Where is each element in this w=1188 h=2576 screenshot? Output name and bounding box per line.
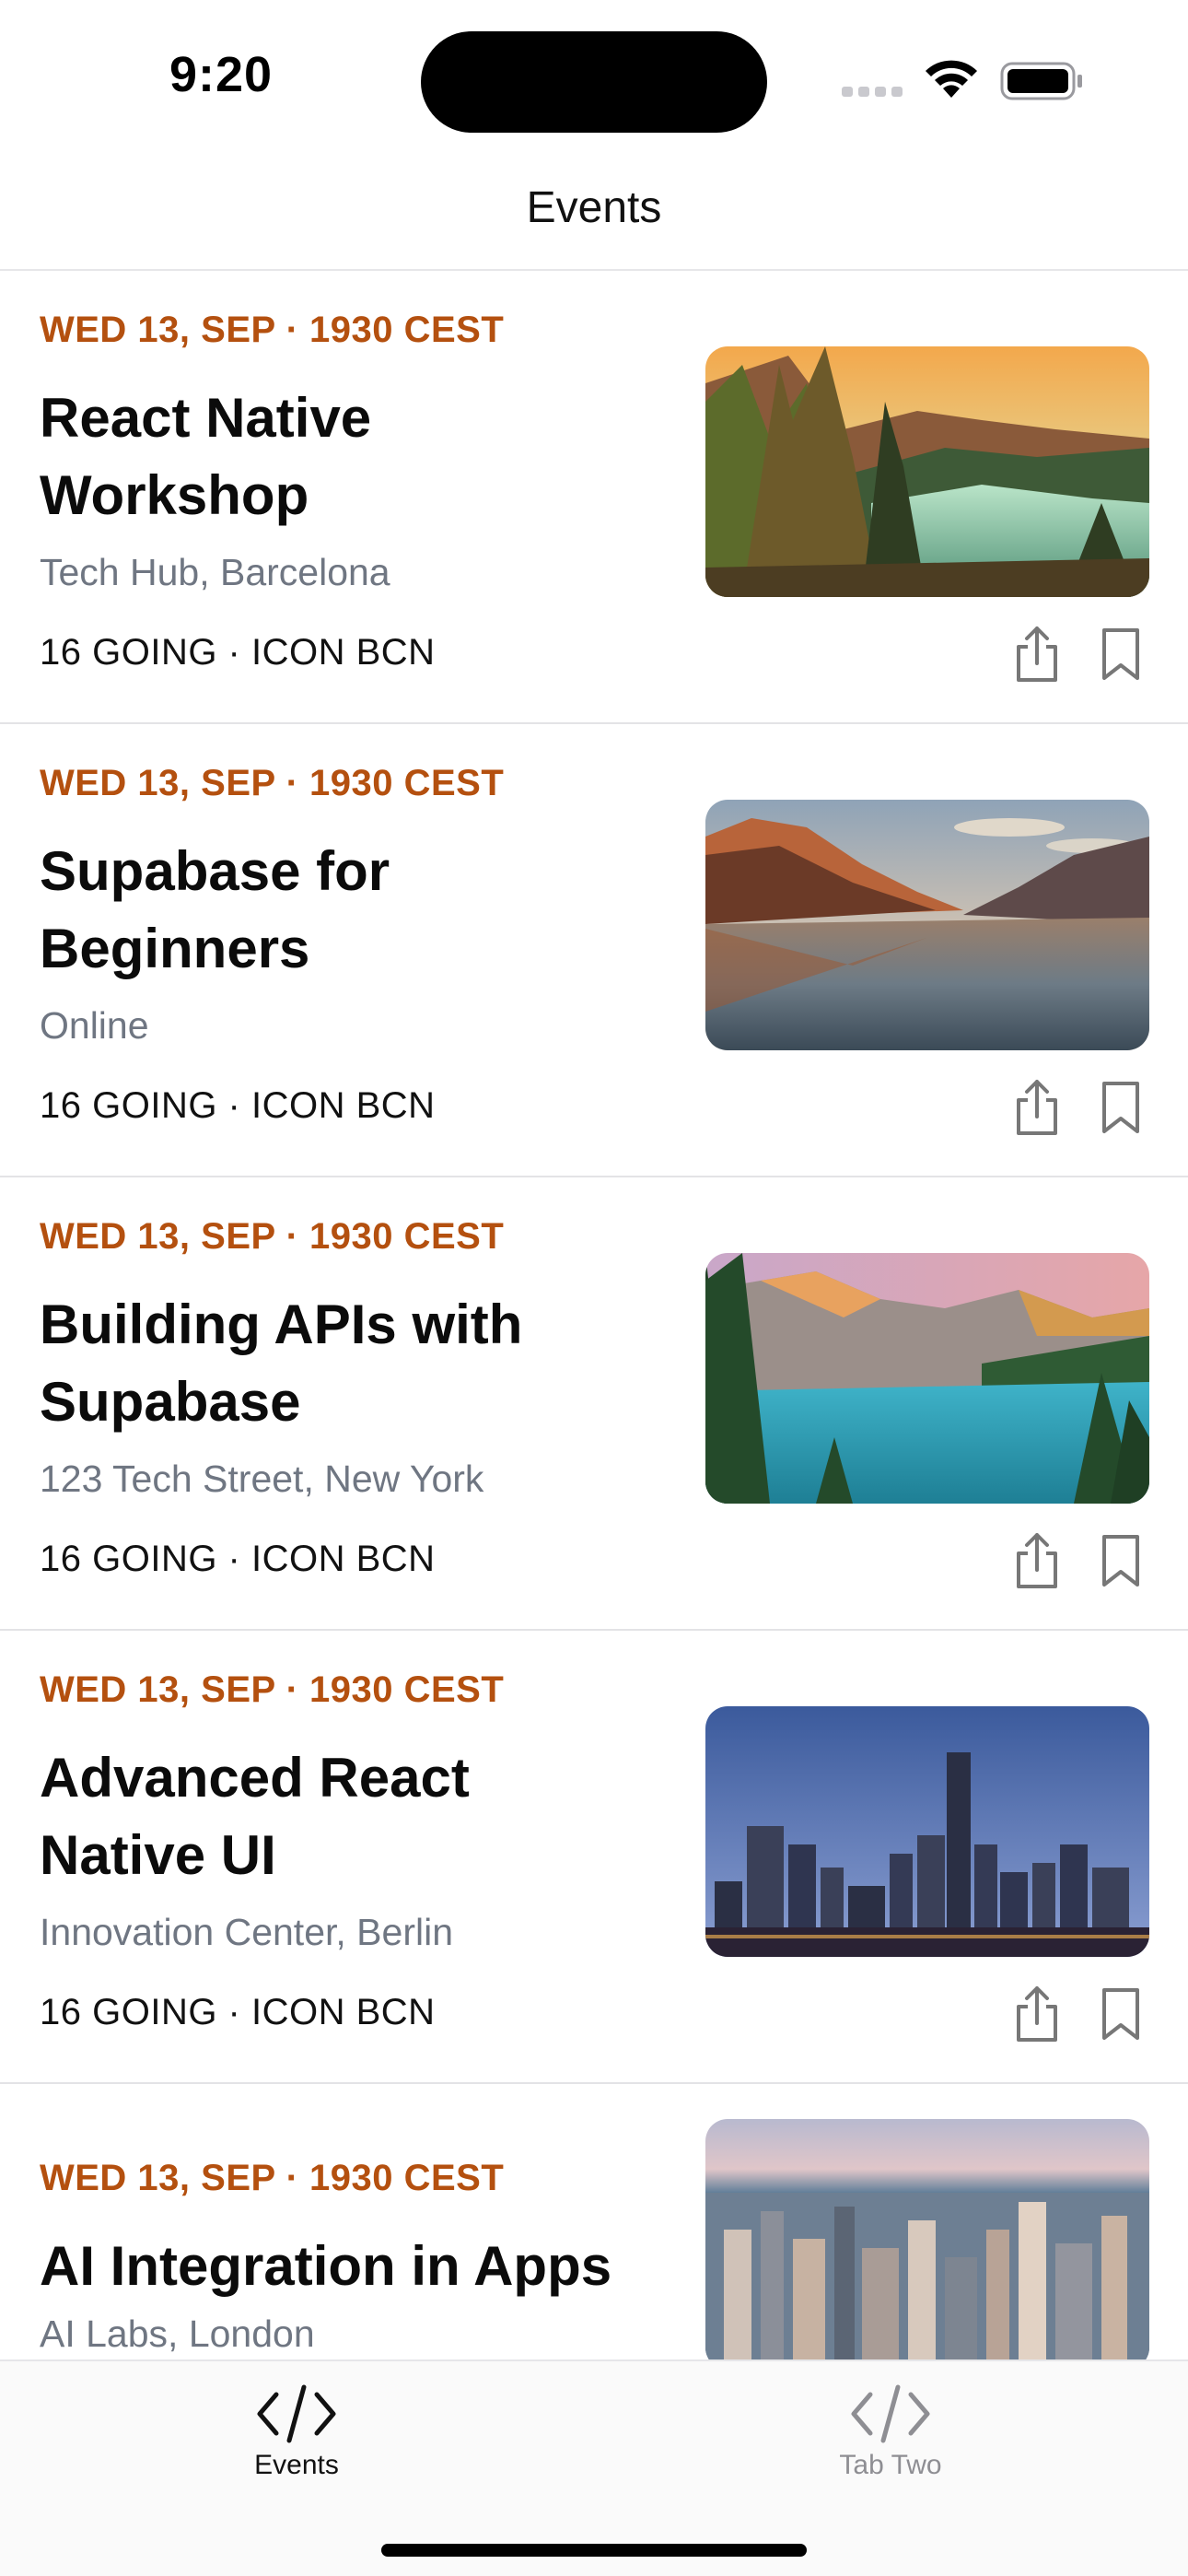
bookmark-icon [1102, 1082, 1139, 1133]
bookmark-icon [1102, 628, 1139, 680]
event-image-turquoise-lake[interactable] [705, 1253, 1149, 1504]
bookmark-button[interactable] [1097, 626, 1145, 682]
event-card[interactable]: WED 13, SEP · 1930 CEST AI Integration i… [0, 2084, 1188, 2359]
tab-two[interactable]: Tab Two [752, 2383, 1029, 2503]
tab-events[interactable]: Events [158, 2383, 435, 2503]
code-icon [257, 2384, 336, 2443]
event-location: Innovation Center, Berlin [40, 1911, 453, 1953]
event-location: Tech Hub, Barcelona [40, 551, 390, 593]
event-title: Building APIs with Supabase [40, 1294, 523, 1433]
event-attendance: 16 GOING · ICON BCN [40, 1539, 436, 1579]
event-card[interactable]: WED 13, SEP · 1930 CEST Supabase for Beg… [0, 724, 1188, 1177]
share-icon [1017, 1533, 1057, 1588]
event-date: WED 13, SEP · 1930 CEST [40, 310, 505, 350]
event-title: Supabase for Beginners [40, 840, 390, 979]
event-attendance: 16 GOING · ICON BCN [40, 632, 436, 673]
bookmark-button[interactable] [1097, 1986, 1145, 2042]
home-indicator[interactable] [381, 2544, 807, 2557]
code-icon [851, 2384, 930, 2443]
event-image-mountain-lake[interactable] [705, 800, 1149, 1050]
share-button[interactable] [1011, 1531, 1063, 1590]
tab-label: Events [254, 2450, 339, 2480]
event-date: WED 13, SEP · 1930 CEST [40, 1216, 505, 1257]
share-button[interactable] [1011, 1078, 1063, 1137]
status-bar: 9:20 [0, 0, 1188, 147]
dynamic-island [421, 31, 767, 133]
bookmark-button[interactable] [1097, 1533, 1145, 1588]
event-image-aerial-city[interactable] [705, 2119, 1149, 2359]
event-title: React Native Workshop [40, 387, 372, 526]
event-image-city-skyline[interactable] [705, 1706, 1149, 1957]
bookmark-button[interactable] [1097, 1080, 1145, 1135]
event-attendance: 16 GOING · ICON BCN [40, 1085, 436, 1126]
navigation-header: Events [0, 147, 1188, 271]
event-date: WED 13, SEP · 1930 CEST [40, 2158, 505, 2198]
share-icon [1017, 1080, 1057, 1135]
event-location: AI Labs, London [40, 2313, 315, 2355]
event-date: WED 13, SEP · 1930 CEST [40, 1669, 505, 1710]
event-attendance: 16 GOING · ICON BCN [40, 1992, 436, 2032]
event-title: AI Integration in Apps [40, 2235, 612, 2297]
battery-icon [1000, 62, 1082, 100]
event-image-forest-lake[interactable] [705, 346, 1149, 597]
bookmark-icon [1102, 1535, 1139, 1587]
event-title: Advanced React Native UI [40, 1747, 470, 1886]
event-list[interactable]: WED 13, SEP · 1930 CEST React Native Wor… [0, 271, 1188, 2359]
bookmark-icon [1102, 1988, 1139, 2040]
page-title: Events [526, 183, 662, 232]
share-icon [1017, 626, 1057, 682]
share-button[interactable] [1011, 625, 1063, 684]
event-location: 123 Tech Street, New York [40, 1458, 484, 1500]
share-icon [1017, 1986, 1057, 2042]
event-date: WED 13, SEP · 1930 CEST [40, 763, 505, 803]
tab-label: Tab Two [839, 2450, 942, 2480]
tab-bar: Events Tab Two [0, 2359, 1188, 2576]
event-card[interactable]: WED 13, SEP · 1930 CEST React Native Wor… [0, 271, 1188, 724]
event-card[interactable]: WED 13, SEP · 1930 CEST Building APIs wi… [0, 1177, 1188, 1631]
status-time: 9:20 [169, 47, 274, 102]
share-button[interactable] [1011, 1985, 1063, 2043]
event-location: Online [40, 1004, 149, 1047]
wifi-icon [926, 60, 977, 98]
event-card[interactable]: WED 13, SEP · 1930 CEST Advanced React N… [0, 1631, 1188, 2084]
